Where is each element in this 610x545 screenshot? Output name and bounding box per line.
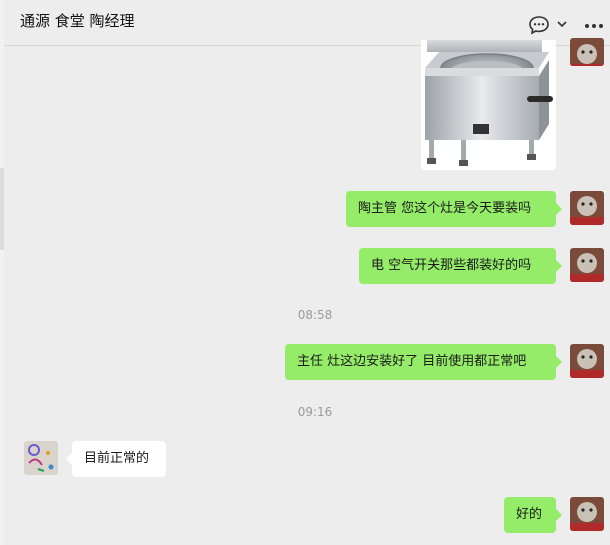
message-bubble[interactable]: 电 空气开关那些都装好的吗: [359, 248, 562, 284]
message-bubble[interactable]: 陶主管 您这个灶是今天要装吗: [346, 191, 562, 227]
chat-title: 通源 食堂 陶经理: [20, 12, 135, 30]
message-bubble[interactable]: 好的: [504, 497, 562, 533]
timestamp: 09:16: [297, 405, 333, 419]
message-bubble[interactable]: 目前正常的: [66, 441, 166, 477]
avatar-image: [570, 497, 604, 531]
message-bubble[interactable]: 主任 灶这边安装好了 目前使用都正常吧: [285, 344, 562, 380]
chat-bubble-icon[interactable]: [528, 15, 550, 35]
stove-image-message[interactable]: [421, 40, 556, 170]
avatar-image: [570, 191, 604, 225]
my-avatar[interactable]: [570, 497, 604, 531]
left-panel-edge: [0, 0, 4, 545]
avatar-image: [570, 344, 604, 378]
avatar-image: [570, 248, 604, 282]
chevron-down-icon[interactable]: [556, 18, 568, 30]
timestamp: 08:58: [297, 308, 333, 322]
avatar-image: [24, 441, 58, 475]
avatar-image: [570, 38, 604, 66]
my-avatar[interactable]: [570, 344, 604, 378]
my-avatar[interactable]: [570, 38, 604, 66]
my-avatar[interactable]: [570, 248, 604, 282]
more-icon[interactable]: [584, 23, 604, 29]
my-avatar[interactable]: [570, 191, 604, 225]
left-panel-edge-highlight: [0, 168, 4, 250]
contact-avatar[interactable]: [24, 441, 58, 475]
stove-image: [421, 40, 556, 170]
